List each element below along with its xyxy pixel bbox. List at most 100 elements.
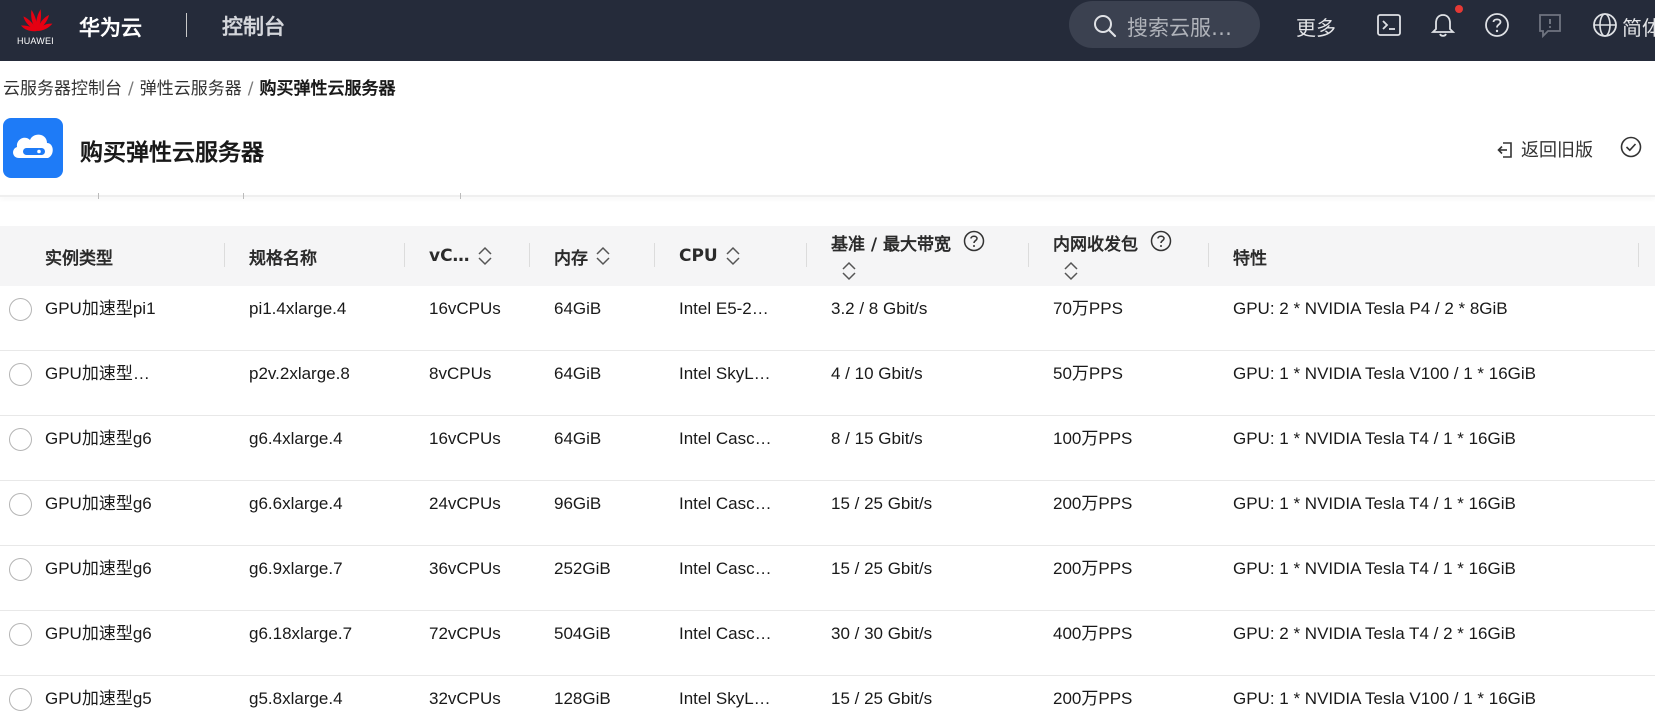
cell-bandwidth: 30 / 30 Gbit/s bbox=[831, 624, 933, 643]
sort-icon[interactable] bbox=[1064, 260, 1078, 282]
row-select-radio[interactable] bbox=[9, 363, 32, 386]
cell-pps: 100万PPS bbox=[1053, 429, 1133, 448]
row-select-radio[interactable] bbox=[9, 688, 32, 711]
check-circle-icon bbox=[1620, 136, 1642, 158]
cell-features: GPU: 1 * NVIDIA Tesla T4 / 1 * 16GiB bbox=[1233, 559, 1516, 578]
top-nav-bar: HUAWEI 华为云 控制台 搜索云服… 更多 简体 bbox=[0, 0, 1655, 61]
back-to-old-version-link[interactable]: 返回旧版 bbox=[1495, 136, 1593, 162]
cell-features: GPU: 2 * NVIDIA Tesla T4 / 2 * 16GiB bbox=[1233, 624, 1516, 643]
cell-bandwidth: 8 / 15 Gbit/s bbox=[831, 429, 923, 448]
cell-features: GPU: 1 * NVIDIA Tesla V100 / 1 * 16GiB bbox=[1233, 689, 1537, 708]
column-separator bbox=[224, 243, 225, 267]
column-separator bbox=[1028, 243, 1029, 267]
cell-memory: 252GiB bbox=[554, 559, 611, 578]
column-header-vcpus[interactable]: vC… bbox=[429, 226, 492, 286]
column-separator bbox=[654, 243, 655, 267]
cell-pps: 50万PPS bbox=[1053, 364, 1123, 383]
cell-flavor-name: g6.18xlarge.7 bbox=[249, 624, 353, 643]
cell-cpu: Intel Casc… bbox=[679, 429, 772, 448]
cell-cpu: Intel Casc… bbox=[679, 494, 772, 513]
row-select-radio[interactable] bbox=[9, 493, 32, 516]
cell-features: GPU: 1 * NVIDIA Tesla V100 / 1 * 16GiB bbox=[1233, 364, 1537, 383]
cell-memory: 64GiB bbox=[554, 299, 602, 318]
cell-bandwidth: 4 / 10 Gbit/s bbox=[831, 364, 923, 383]
ecs-service-icon bbox=[3, 118, 63, 178]
cell-bandwidth: 15 / 25 Gbit/s bbox=[831, 494, 933, 513]
cell-pps: 200万PPS bbox=[1053, 689, 1133, 708]
feedback-icon[interactable] bbox=[1537, 12, 1563, 38]
cell-memory: 128GiB bbox=[554, 689, 611, 708]
cell-instance-type: GPU加速型… bbox=[45, 364, 150, 383]
table-row[interactable]: GPU加速型g6 g6.4xlarge.4 16vCPUs 64GiB Intel Ca… bbox=[0, 416, 1655, 481]
column-header-instance-type: 实例类型 bbox=[45, 248, 113, 269]
sort-icon[interactable] bbox=[726, 245, 740, 267]
check-action[interactable] bbox=[1620, 136, 1648, 159]
cell-bandwidth: 15 / 25 Gbit/s bbox=[831, 689, 933, 708]
brand-divider bbox=[186, 13, 187, 37]
search-icon bbox=[1094, 15, 1117, 38]
cell-vcpus: 8vCPUs bbox=[429, 364, 492, 383]
cell-cpu: Intel E5-2… bbox=[679, 299, 769, 318]
row-select-radio[interactable] bbox=[9, 558, 32, 581]
cell-flavor-name: pi1.4xlarge.4 bbox=[249, 299, 347, 318]
terminal-icon[interactable] bbox=[1376, 12, 1402, 38]
header-divider bbox=[0, 195, 1655, 197]
cell-vcpus: 16vCPUs bbox=[429, 299, 501, 318]
cell-memory: 64GiB bbox=[554, 429, 602, 448]
row-select-radio[interactable] bbox=[9, 298, 32, 321]
column-header-cpu[interactable]: CPU bbox=[679, 226, 740, 286]
cell-bandwidth: 15 / 25 Gbit/s bbox=[831, 559, 933, 578]
column-separator bbox=[1208, 243, 1209, 267]
notification-badge bbox=[1455, 5, 1463, 13]
cell-memory: 64GiB bbox=[554, 364, 602, 383]
question-circle-icon[interactable] bbox=[963, 230, 985, 252]
row-select-radio[interactable] bbox=[9, 428, 32, 451]
more-menu[interactable]: 更多 bbox=[1296, 12, 1336, 41]
cell-flavor-name: g6.6xlarge.4 bbox=[249, 494, 343, 513]
global-search-input[interactable]: 搜索云服… bbox=[1069, 1, 1260, 48]
cloud-server-icon bbox=[13, 134, 53, 158]
table-row[interactable]: GPU加速型g6 g6.6xlarge.4 24vCPUs 96GiB Intel Ca… bbox=[0, 481, 1655, 546]
cell-vcpus: 36vCPUs bbox=[429, 559, 501, 578]
console-link[interactable]: 控制台 bbox=[222, 11, 285, 41]
globe-icon[interactable] bbox=[1592, 12, 1618, 38]
back-to-old-version-label: 返回旧版 bbox=[1521, 140, 1593, 161]
breadcrumb-item-current: 购买弹性云服务器 bbox=[259, 79, 396, 99]
column-header-features: 特性 bbox=[1233, 248, 1267, 269]
column-separator bbox=[404, 243, 405, 267]
row-select-radio[interactable] bbox=[9, 623, 32, 646]
column-separator bbox=[1638, 243, 1639, 267]
brand-name[interactable]: 华为云 bbox=[79, 12, 142, 42]
table-row[interactable]: GPU加速型pi1 pi1.4xlarge.4 16vCPUs 64GiB Intel … bbox=[0, 286, 1655, 351]
sort-icon[interactable] bbox=[596, 245, 610, 267]
cell-cpu: Intel Casc… bbox=[679, 624, 772, 643]
table-row[interactable]: GPU加速型g6 g6.9xlarge.7 36vCPUs 252GiB Intel C… bbox=[0, 546, 1655, 611]
cell-instance-type: GPU加速型g5 bbox=[45, 689, 152, 708]
cell-memory: 96GiB bbox=[554, 494, 602, 513]
cell-flavor-name: g5.8xlarge.4 bbox=[249, 689, 343, 708]
table-row[interactable]: GPU加速型g6 g6.18xlarge.7 72vCPUs 504GiB Intel … bbox=[0, 611, 1655, 676]
table-row[interactable]: GPU加速型… p2v.2xlarge.8 8vCPUs 64GiB Intel Sky… bbox=[0, 351, 1655, 416]
scroll-remnant bbox=[460, 193, 461, 199]
sort-icon[interactable] bbox=[842, 260, 856, 282]
column-header-memory[interactable]: 内存 bbox=[554, 226, 610, 286]
cell-instance-type: GPU加速型pi1 bbox=[45, 299, 156, 318]
cell-instance-type: GPU加速型g6 bbox=[45, 494, 152, 513]
column-separator bbox=[529, 243, 530, 267]
language-switch[interactable]: 简体 bbox=[1622, 12, 1655, 41]
question-circle-icon[interactable] bbox=[1150, 230, 1172, 252]
breadcrumb-item-ecs-console[interactable]: 云服务器控制台 bbox=[3, 79, 122, 99]
cell-instance-type: GPU加速型g6 bbox=[45, 429, 152, 448]
cell-bandwidth: 3.2 / 8 Gbit/s bbox=[831, 299, 928, 318]
table-row[interactable]: GPU加速型g5 g5.8xlarge.4 32vCPUs 128GiB Intel S… bbox=[0, 676, 1655, 725]
cell-instance-type: GPU加速型g6 bbox=[45, 624, 152, 643]
sort-icon[interactable] bbox=[478, 245, 492, 267]
cell-pps: 200万PPS bbox=[1053, 559, 1133, 578]
help-icon[interactable] bbox=[1484, 12, 1510, 38]
bell-icon[interactable] bbox=[1430, 12, 1456, 38]
scroll-remnant bbox=[243, 193, 244, 199]
breadcrumb-item-ecs[interactable]: 弹性云服务器 bbox=[140, 79, 242, 99]
cell-pps: 400万PPS bbox=[1053, 624, 1133, 643]
search-placeholder: 搜索云服… bbox=[1127, 16, 1232, 40]
breadcrumb: 云服务器控制台 / 弹性云服务器 / 购买弹性云服务器 bbox=[3, 74, 395, 99]
